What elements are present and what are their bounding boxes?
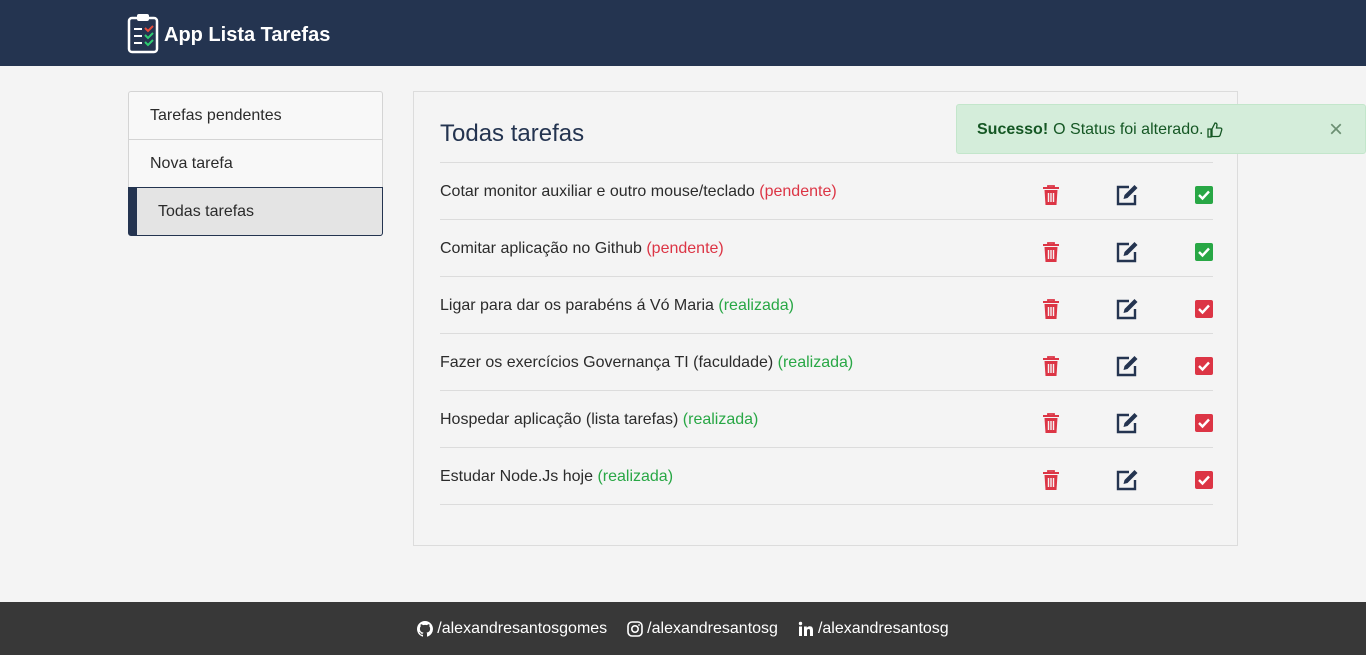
alert-strong: Sucesso! [977,121,1049,138]
status-badge: (pendente) [759,183,837,200]
thumbs-up-icon [1207,122,1223,138]
edit-icon[interactable] [1115,240,1139,264]
check-square-icon[interactable] [1192,411,1216,435]
sidebar-item-label: Todas tarefas [158,202,255,220]
table-row: Estudar Node.Js hoje (realizada) [440,448,1213,505]
sidebar-item-tarefas-pendentes[interactable]: Tarefas pendentes [128,91,383,140]
instagram-icon [627,620,647,637]
edit-icon[interactable] [1115,354,1139,378]
footer-link-label: /alexandresantosg [647,619,778,637]
check-square-icon[interactable] [1192,468,1216,492]
github-icon [417,620,437,637]
edit-icon[interactable] [1115,297,1139,321]
table-row: Fazer os exercícios Governança TI (facul… [440,334,1213,391]
task-text: Comitar aplicação no Github (pendente) [440,240,724,258]
sidebar-item-label: Nova tarefa [150,154,233,172]
navbar: App Lista Tarefas [0,0,1366,66]
footer-link-instagram[interactable]: /alexandresantosg [627,620,778,638]
status-badge: (realizada) [597,468,674,485]
trash-icon[interactable] [1039,240,1063,264]
footer-link-label: /alexandresantosg [817,619,949,637]
footer: /alexandresantosgomes /alexandresantosg … [0,602,1366,655]
sidebar-item-label: Tarefas pendentes [150,106,282,124]
sidebar: Tarefas pendentes Nova tarefa Todas tare… [128,91,383,236]
task-title: Ligar para dar os parabéns á Vó Maria [440,297,714,314]
table-row: Cotar monitor auxiliar e outro mouse/tec… [440,163,1213,220]
task-text: Hospedar aplicação (lista tarefas) (real… [440,411,758,429]
linkedin-icon [798,621,818,637]
success-alert: Sucesso! O Status foi alterado. × [956,104,1366,154]
table-row: Ligar para dar os parabéns á Vó Maria (r… [440,277,1213,334]
task-title: Fazer os exercícios Governança TI (facul… [440,354,774,371]
check-square-icon[interactable] [1192,183,1216,207]
alert-text: O Status foi alterado. [1053,121,1204,138]
trash-icon[interactable] [1039,297,1063,321]
task-text: Ligar para dar os parabéns á Vó Maria (r… [440,297,794,315]
task-title: Comitar aplicação no Github [440,240,642,257]
task-text: Cotar monitor auxiliar e outro mouse/tec… [440,183,837,201]
footer-link-label: /alexandresantosgomes [437,619,608,637]
check-square-icon[interactable] [1192,297,1216,321]
brand[interactable]: App Lista Tarefas [127,12,330,59]
task-text: Fazer os exercícios Governança TI (facul… [440,354,853,372]
footer-link-linkedin[interactable]: /alexandresantosg [798,620,949,638]
trash-icon[interactable] [1039,354,1063,378]
status-badge: (realizada) [777,354,854,371]
task-list: Cotar monitor auxiliar e outro mouse/tec… [440,162,1213,505]
trash-icon[interactable] [1039,468,1063,492]
task-title: Estudar Node.Js hoje [440,468,593,485]
status-badge: (realizada) [718,297,794,314]
page-title: Todas tarefas [440,120,585,147]
footer-link-github[interactable]: /alexandresantosgomes [417,620,607,638]
check-square-icon[interactable] [1192,354,1216,378]
app-title: App Lista Tarefas [164,24,331,46]
edit-icon[interactable] [1115,411,1139,435]
trash-icon[interactable] [1039,183,1063,207]
trash-icon[interactable] [1039,411,1063,435]
alert-message: Sucesso! O Status foi alterado. [977,121,1223,139]
table-row: Hospedar aplicação (lista tarefas) (real… [440,391,1213,448]
clipboard-checklist-icon [127,12,159,59]
table-row: Comitar aplicação no Github (pendente) [440,220,1213,277]
edit-icon[interactable] [1115,183,1139,207]
edit-icon[interactable] [1115,468,1139,492]
status-badge: (pendente) [646,240,724,257]
status-badge: (realizada) [682,411,759,428]
task-title: Hospedar aplicação (lista tarefas) [440,411,679,428]
task-text: Estudar Node.Js hoje (realizada) [440,468,673,486]
task-title: Cotar monitor auxiliar e outro mouse/tec… [440,183,755,200]
alert-close-button[interactable]: × [1329,118,1343,142]
sidebar-item-todas-tarefas[interactable]: Todas tarefas [128,187,383,236]
sidebar-item-nova-tarefa[interactable]: Nova tarefa [128,139,383,188]
check-square-icon[interactable] [1192,240,1216,264]
tasks-panel: Todas tarefas Cotar monitor auxiliar e o… [413,91,1238,546]
